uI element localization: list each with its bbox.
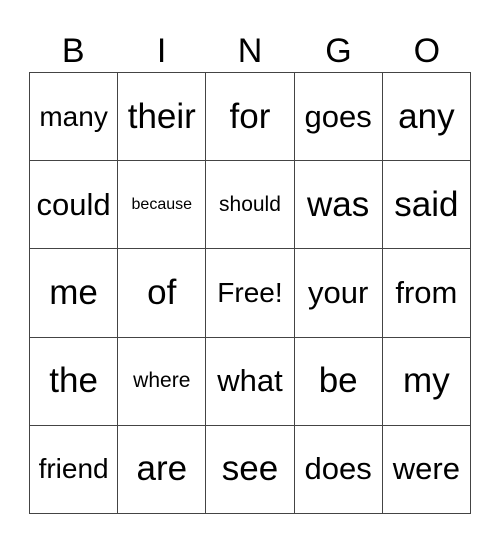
bingo-cell: me xyxy=(28,248,119,338)
free-cell: Free! xyxy=(205,248,295,338)
bingo-cell: any xyxy=(381,71,472,162)
bingo-cell: their xyxy=(117,71,207,162)
bingo-cell: because xyxy=(117,160,207,250)
bingo-cell: goes xyxy=(293,71,383,162)
bingo-row: friend are see does were xyxy=(28,424,472,515)
bingo-cell: be xyxy=(293,336,383,426)
header-letter-g: G xyxy=(325,32,352,70)
bingo-cell: for xyxy=(205,71,295,162)
bingo-cell: my xyxy=(381,336,472,426)
bingo-cell: the xyxy=(28,336,119,426)
bingo-card: many their for goes any could because sh… xyxy=(28,71,472,515)
bingo-cell: what xyxy=(205,336,295,426)
bingo-cell: many xyxy=(28,71,119,162)
bingo-cell: said xyxy=(381,160,472,250)
bingo-header: B I N G O xyxy=(29,30,471,72)
bingo-cell: see xyxy=(205,424,295,515)
header-letter-n: N xyxy=(237,32,263,70)
bingo-cell: should xyxy=(205,160,295,250)
header-letter-i: I xyxy=(156,32,167,70)
header-letter-o: O xyxy=(413,32,441,70)
bingo-row: me of Free! your from xyxy=(28,248,472,338)
header-letter-b: B xyxy=(61,32,85,70)
bingo-cell: were xyxy=(381,424,472,515)
bingo-cell: from xyxy=(381,248,472,338)
bingo-cell: does xyxy=(293,424,383,515)
bingo-cell: where xyxy=(117,336,207,426)
bingo-row: could because should was said xyxy=(28,160,472,250)
bingo-cell: was xyxy=(293,160,383,250)
bingo-row: many their for goes any xyxy=(28,71,472,162)
bingo-cell: your xyxy=(293,248,383,338)
bingo-cell: of xyxy=(117,248,207,338)
bingo-cell: friend xyxy=(28,424,119,515)
bingo-row: the where what be my xyxy=(28,336,472,426)
bingo-cell: could xyxy=(28,160,119,250)
bingo-cell: are xyxy=(117,424,207,515)
